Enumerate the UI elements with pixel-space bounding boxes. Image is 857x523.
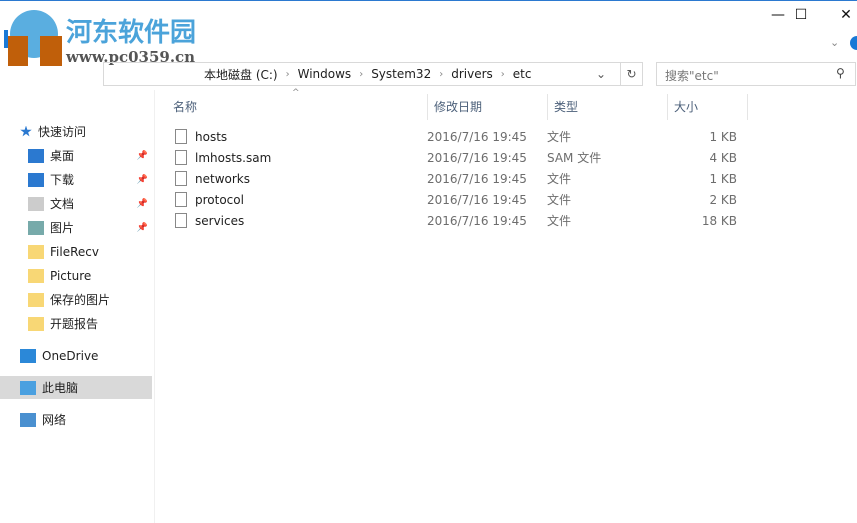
file-type: 文件 [547, 193, 572, 207]
pin-icon[interactable]: 📌 [137, 175, 148, 185]
file-type: 文件 [547, 172, 572, 186]
file-icon [175, 150, 187, 165]
nav-item[interactable]: 文档 📌 [0, 192, 152, 215]
nav-item[interactable]: 网络 [0, 408, 152, 431]
column-separator[interactable] [427, 94, 428, 120]
pane-divider[interactable] [154, 90, 155, 523]
desktop-icon [28, 148, 44, 163]
nav-item-label: 保存的图片 [50, 293, 111, 307]
folder-icon [28, 244, 44, 259]
column-separator[interactable] [547, 94, 548, 120]
watermark-title: 河东软件园 [66, 18, 197, 48]
breadcrumb-drivers[interactable]: drivers [451, 67, 493, 81]
file-icon [175, 213, 187, 228]
computer-icon [20, 380, 36, 395]
nav-item[interactable]: FileRecv [0, 240, 152, 263]
download-icon [28, 172, 44, 187]
file-size: 2 KB [709, 192, 737, 207]
column-header-name[interactable]: 名称 [173, 96, 197, 118]
nav-item[interactable]: 下载 📌 [0, 168, 152, 191]
help-icon[interactable] [850, 36, 857, 50]
nav-item[interactable]: 桌面 📌 [0, 144, 152, 167]
file-row[interactable]: protocol 2016/7/16 19:45 文件 2 KB [165, 189, 750, 210]
file-size: 4 KB [709, 150, 737, 165]
nav-item-label: Picture [50, 268, 92, 283]
nav-item-label: 网络 [42, 413, 67, 427]
refresh-button[interactable]: ↻ [621, 62, 643, 86]
pin-icon[interactable]: 📌 [137, 199, 148, 209]
close-button[interactable]: ✕ [823, 4, 857, 26]
pin-icon[interactable]: 📌 [137, 223, 148, 233]
file-size: 18 KB [701, 213, 737, 228]
nav-item[interactable]: 图片 📌 [0, 216, 152, 239]
nav-item[interactable]: Picture [0, 264, 152, 287]
breadcrumb-system32[interactable]: System32 [371, 67, 431, 81]
column-header-type[interactable]: 类型 [554, 96, 578, 118]
star-icon [20, 125, 32, 137]
sort-ascending-icon: ^ [292, 88, 300, 98]
file-size: 1 KB [709, 129, 737, 144]
watermark-logo [0, 8, 64, 66]
folder-icon [28, 316, 44, 331]
file-date: 2016/7/16 19:45 [427, 213, 527, 228]
file-row[interactable]: hosts 2016/7/16 19:45 文件 1 KB [165, 126, 750, 147]
file-date: 2016/7/16 19:45 [427, 192, 527, 207]
file-row[interactable]: networks 2016/7/16 19:45 文件 1 KB [165, 168, 750, 189]
maximize-button[interactable]: ☐ [778, 4, 824, 26]
breadcrumb-windows[interactable]: Windows [298, 67, 352, 81]
nav-item-label: 图片 [50, 221, 75, 235]
file-icon [175, 129, 187, 144]
file-row[interactable]: services 2016/7/16 19:45 文件 18 KB [165, 210, 750, 231]
search-icon: ⚲ [836, 66, 845, 80]
nav-item-label: 快速访问 [38, 125, 87, 139]
file-icon [175, 192, 187, 207]
file-name: protocol [195, 192, 244, 207]
file-type: SAM 文件 [547, 151, 602, 165]
nav-item-label: OneDrive [42, 348, 99, 363]
file-name: lmhosts.sam [195, 150, 272, 165]
file-size: 1 KB [709, 171, 737, 186]
network-icon [20, 412, 36, 427]
column-separator[interactable] [667, 94, 668, 120]
pin-icon[interactable]: 📌 [137, 151, 148, 161]
file-name: networks [195, 171, 250, 186]
file-type: 文件 [547, 214, 572, 228]
document-icon [28, 196, 44, 211]
expand-ribbon-icon[interactable]: ⌄ [830, 36, 839, 49]
nav-item[interactable]: OneDrive [0, 344, 152, 367]
nav-item-label: 此电脑 [42, 381, 79, 395]
file-row[interactable]: lmhosts.sam 2016/7/16 19:45 SAM 文件 4 KB [165, 147, 750, 168]
nav-item-label: 文档 [50, 197, 75, 211]
picture-icon [28, 220, 44, 235]
folder-icon [28, 292, 44, 307]
column-header-size[interactable]: 大小 [674, 96, 698, 118]
file-name: services [195, 213, 245, 228]
column-header-date[interactable]: 修改日期 [434, 96, 482, 118]
nav-item-label: 下载 [50, 173, 75, 187]
file-icon [175, 171, 187, 186]
window-border [0, 0, 857, 1]
nav-item[interactable]: 开题报告 [0, 312, 152, 335]
nav-item-label: FileRecv [50, 244, 99, 259]
file-type: 文件 [547, 130, 572, 144]
folder-icon [28, 268, 44, 283]
address-bar[interactable]: 本地磁盘 (C:) › Windows › System32 › drivers › e… [103, 62, 621, 86]
nav-item-label: 桌面 [50, 149, 75, 163]
file-name: hosts [195, 129, 228, 144]
nav-item-label: 开题报告 [50, 317, 99, 331]
nav-item[interactable]: 此电脑 [0, 376, 152, 399]
search-input[interactable]: 搜索"etc" [656, 62, 856, 86]
file-date: 2016/7/16 19:45 [427, 129, 527, 144]
file-date: 2016/7/16 19:45 [427, 171, 527, 186]
column-separator[interactable] [747, 94, 748, 120]
nav-item[interactable]: 保存的图片 [0, 288, 152, 311]
address-dropdown-icon[interactable]: ⌄ [596, 67, 606, 81]
breadcrumb-local-disk[interactable]: 本地磁盘 (C:) [204, 66, 278, 83]
cloud-icon [20, 348, 36, 363]
nav-item[interactable]: 快速访问 [0, 120, 152, 143]
file-date: 2016/7/16 19:45 [427, 150, 527, 165]
breadcrumb-etc[interactable]: etc [513, 67, 532, 81]
